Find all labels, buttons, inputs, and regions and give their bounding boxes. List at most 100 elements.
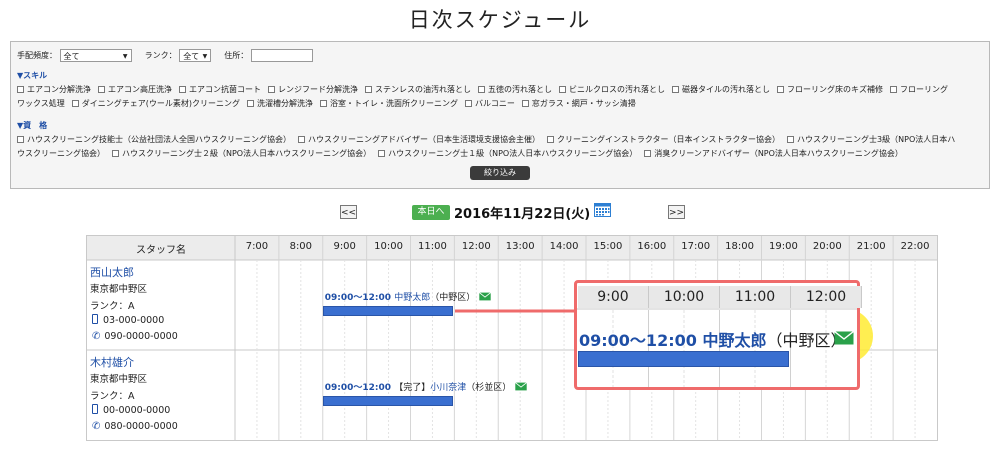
hour-header: 10:00: [374, 241, 403, 252]
checkbox[interactable]: [777, 86, 784, 93]
chevron-down-icon: ▼: [122, 53, 128, 60]
staff-column-header: スタッフ名: [136, 245, 186, 256]
staff-name[interactable]: 西山太郎: [90, 264, 230, 280]
hour-header: 7:00: [245, 241, 269, 252]
mail-icon[interactable]: [479, 292, 492, 301]
checkbox[interactable]: [644, 150, 652, 157]
staff-name[interactable]: 木村雄介: [90, 354, 230, 370]
mail-icon[interactable]: [515, 382, 528, 391]
license-option[interactable]: ハウスクリーニング士１級（NPO法人日本ハウスクリーニング協会）: [378, 148, 637, 160]
staff-mobile: ✆ 090-0000-0000: [92, 331, 178, 342]
chevron-down-icon: ▼: [202, 53, 208, 60]
skill-option[interactable]: 窓ガラス・網戸・サッシ清掃: [521, 98, 636, 110]
staff-phone: 03-000-0000: [92, 314, 164, 326]
checkbox[interactable]: [17, 136, 24, 143]
address-input[interactable]: [250, 49, 313, 62]
skill-option[interactable]: バルコニー: [465, 98, 515, 110]
today-button[interactable]: 本日へ: [412, 205, 450, 220]
hour-header: 13:00: [505, 241, 535, 252]
skill-option[interactable]: ステンレスの油汚れ落とし: [365, 84, 471, 96]
skill-option[interactable]: 浴室・トイレ・洗面所クリーニング: [320, 98, 458, 110]
zoom-connector: [455, 309, 577, 313]
checkbox[interactable]: [71, 100, 79, 107]
next-day-button[interactable]: >>: [668, 205, 685, 219]
zoom-mail-icon[interactable]: [834, 331, 854, 345]
current-date: 2016年11月22日(火): [454, 207, 591, 222]
checkbox[interactable]: [521, 100, 529, 107]
checkbox[interactable]: [672, 86, 679, 93]
zoom-callout: 9:00 10:00 11:00 12:00 09:00〜12:00 中野太郎（中野区）: [574, 280, 862, 390]
hour-header: 17:00: [681, 241, 711, 252]
skill-option[interactable]: ダイニングチェア(ウール素材)クリーニング: [71, 98, 240, 110]
frequency-select[interactable]: 全て ▼: [59, 49, 132, 62]
hour-header: 20:00: [812, 241, 842, 252]
staff-mobile: ✆ 080-0000-0000: [92, 421, 178, 432]
checkbox[interactable]: [268, 86, 275, 93]
rank-select[interactable]: 全て ▼: [179, 49, 212, 62]
hour-header: 9:00: [333, 241, 356, 252]
filter-row-basic: 手配頻度： 全て ▼ ランク： 全て ▼ 住所：: [17, 49, 313, 62]
checkbox[interactable]: [179, 86, 186, 93]
license-option[interactable]: ハウスクリーニング士２級（NPO法人日本ハウスクリーニング協会）: [112, 148, 371, 160]
checkbox[interactable]: [547, 136, 554, 143]
skill-option[interactable]: エアコン抗菌コート: [179, 84, 261, 96]
checkbox[interactable]: [478, 86, 485, 93]
license-option[interactable]: ハウスクリーニング士3級（NPO法人日本ハ: [787, 134, 955, 146]
zoom-event-bar[interactable]: [578, 351, 789, 367]
address-label: 住所：: [224, 51, 249, 60]
license-option[interactable]: ハウスクリーニングアドバイザー（日本生活環境支援協会主催）: [298, 134, 540, 146]
hour-header: 12:00: [461, 241, 491, 252]
checkbox[interactable]: [320, 100, 328, 107]
zoom-event-label[interactable]: 09:00〜12:00 中野太郎（中野区）: [579, 327, 846, 351]
checkbox[interactable]: [17, 86, 24, 93]
checkbox[interactable]: [298, 136, 305, 143]
skill-option-wrap: ワックス処理: [17, 99, 65, 108]
event-bar[interactable]: [322, 306, 454, 316]
license-option[interactable]: 消臭クリーンアドバイザー（NPO法人日本ハウスクリーニング協会）: [644, 148, 903, 160]
skill-option[interactable]: 五徳の汚れ落とし: [478, 84, 552, 96]
staff-rank: ランク：A: [90, 301, 135, 312]
hour-header: 22:00: [900, 241, 930, 252]
license-row-2: ウスクリーニング協会） ハウスクリーニング士２級（NPO法人日本ハウスクリーニング…: [17, 148, 910, 160]
skill-row-2: ワックス処理 ダイニングチェア(ウール素材)クリーニング 洗濯槽分解洗浄 浴室・トイレ…: [17, 98, 643, 110]
license-row-1: ハウスクリーニング技能士（公益社団法人全国ハウスクリーニング協会） ハウスクリーニ…: [17, 134, 962, 146]
license-heading: ▼資 格: [17, 121, 48, 130]
filter-submit-button[interactable]: 絞り込み: [470, 166, 530, 180]
checkbox[interactable]: [465, 100, 473, 107]
skill-option[interactable]: ビニルクロスの汚れ落とし: [559, 84, 665, 96]
page-title: 日次スケジュール: [408, 8, 592, 32]
event-label[interactable]: 09:00〜12:00 【完了】小川奈津（杉並区）: [325, 380, 528, 393]
hour-header: 15:00: [593, 241, 623, 252]
phone-icon: [92, 314, 98, 324]
skill-option[interactable]: フローリング: [890, 84, 948, 96]
license-option[interactable]: クリーニングインストラクター（日本インストラクター協会）: [547, 134, 780, 146]
skill-option[interactable]: 磁器タイルの汚れ落とし: [672, 84, 770, 96]
staff-rank: ランク：A: [90, 391, 135, 402]
skill-option[interactable]: レンジフード分解洗浄: [268, 84, 358, 96]
checkbox[interactable]: [890, 86, 897, 93]
event-label[interactable]: 09:00〜12:00 中野太郎（中野区）: [325, 290, 492, 303]
license-option-wrap: ウスクリーニング協会）: [17, 149, 105, 158]
telephone-icon: ✆: [92, 421, 101, 432]
skill-option[interactable]: 洗濯槽分解洗浄: [247, 98, 313, 110]
staff-address: 東京都中野区: [90, 374, 148, 385]
checkbox[interactable]: [787, 136, 795, 143]
event-bar[interactable]: [322, 396, 454, 406]
calendar-icon[interactable]: [594, 203, 611, 217]
telephone-icon: ✆: [92, 331, 101, 342]
checkbox[interactable]: [559, 86, 566, 93]
hour-header: 18:00: [725, 241, 754, 252]
checkbox[interactable]: [378, 150, 386, 157]
rank-label: ランク：: [144, 51, 177, 60]
prev-day-button[interactable]: <<: [340, 205, 357, 219]
skill-option[interactable]: フローリング床のキズ補修: [777, 84, 883, 96]
checkbox[interactable]: [112, 150, 119, 157]
skill-option[interactable]: エアコン高圧洗浄: [98, 84, 172, 96]
license-option[interactable]: ハウスクリーニング技能士（公益社団法人全国ハウスクリーニング協会）: [17, 134, 291, 146]
hour-header: 14:00: [549, 241, 579, 252]
hour-header: 11:00: [418, 241, 447, 252]
checkbox[interactable]: [365, 86, 372, 93]
checkbox[interactable]: [98, 86, 105, 93]
skill-option[interactable]: エアコン分解洗浄: [17, 84, 91, 96]
checkbox[interactable]: [247, 100, 255, 107]
